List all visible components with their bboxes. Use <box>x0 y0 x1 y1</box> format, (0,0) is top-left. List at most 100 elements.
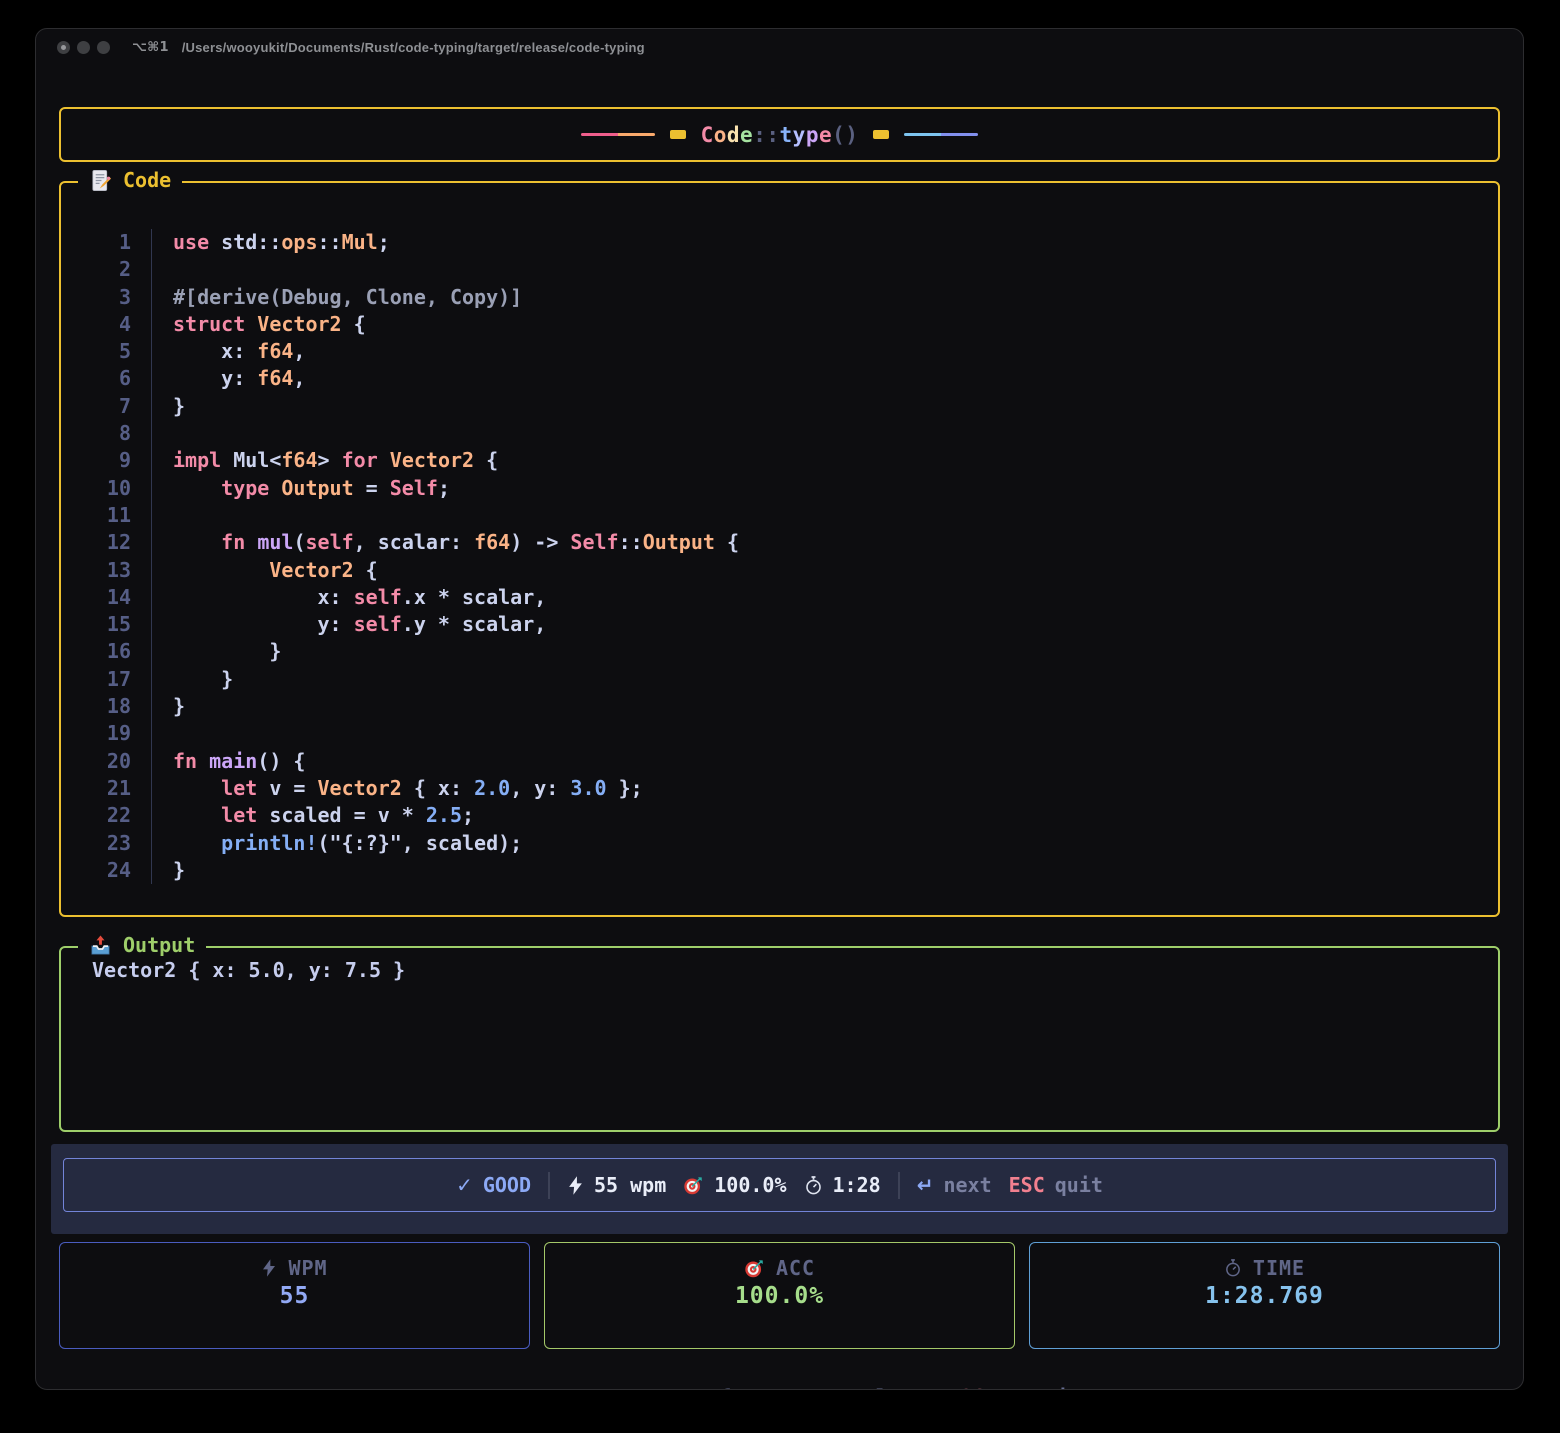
zoom-window-button[interactable] <box>97 41 110 54</box>
status-strip: ✓ GOOD 55 wpm <box>51 1144 1508 1234</box>
screen: ⌥⌘1 /Users/wooyukit/Documents/Rust/code-… <box>0 0 1560 1433</box>
bolt-icon <box>261 1258 277 1278</box>
line-number: 11 <box>61 502 131 529</box>
output-panel: Output Vector2 { x: 5.0, y: 7.5 } <box>59 946 1500 1132</box>
app-title-segment: o <box>714 123 727 147</box>
footer-press-text: Press <box>575 1385 647 1390</box>
time-stat-label: TIME <box>1224 1256 1305 1280</box>
code-line: fn mul(self, scalar: f64) -> Self::Outpu… <box>173 529 739 556</box>
status-quit-label: quit <box>1055 1173 1103 1197</box>
stopwatch-icon <box>1224 1258 1242 1278</box>
stats-row: WPM 55 ACC <box>59 1242 1500 1349</box>
line-number: 7 <box>61 393 131 420</box>
app-title-segment: e <box>819 123 832 147</box>
program-output: Vector2 { x: 5.0, y: 7.5 } <box>61 948 1498 982</box>
code-line <box>173 502 739 529</box>
time-stat-value: 1:28.769 <box>1205 1283 1324 1309</box>
code-lines: use std::ops::Mul; #[derive(Debug, Clone… <box>173 229 739 884</box>
status-quit-hint: ESC quit <box>1009 1173 1103 1197</box>
gutter-divider <box>151 229 152 884</box>
status-next-hint: ↵ next <box>917 1173 992 1197</box>
return-icon: ↵ <box>917 1173 934 1197</box>
outbox-icon <box>89 934 112 957</box>
code-line <box>173 720 739 747</box>
header-dash-left-icon <box>670 130 686 139</box>
code-line: x: f64, <box>173 338 739 365</box>
line-number: 15 <box>61 611 131 638</box>
status-next-label: next <box>943 1173 991 1197</box>
status-result-label: GOOD <box>483 1173 531 1197</box>
line-number: 14 <box>61 584 131 611</box>
memo-icon <box>89 169 112 192</box>
app-title-segment: :: <box>753 123 779 147</box>
code-line: } <box>173 666 739 693</box>
code-line: x: self.x * scalar, <box>173 584 739 611</box>
line-number: 16 <box>61 638 131 665</box>
accuracy-stat-card: ACC 100.0% <box>544 1242 1015 1349</box>
code-panel: Code 12345678910111213141516171819202122… <box>59 181 1500 917</box>
tab-shortcut-label: ⌥⌘1 <box>132 40 169 55</box>
status-wpm-value: 55 wpm <box>594 1173 666 1197</box>
app-header: Code::type() <box>59 107 1500 162</box>
code-line: fn main() { <box>173 748 739 775</box>
status-result: ✓ GOOD <box>456 1173 531 1197</box>
line-number: 8 <box>61 420 131 447</box>
line-number: 3 <box>61 284 131 311</box>
line-number: 21 <box>61 775 131 802</box>
terminal-window: ⌥⌘1 /Users/wooyukit/Documents/Rust/code-… <box>35 28 1524 1390</box>
footer-esc-key: ESC <box>948 1385 984 1390</box>
code-line: type Output = Self; <box>173 475 739 502</box>
footer-enter-key: ENTER <box>647 1385 707 1390</box>
status-divider <box>548 1172 550 1199</box>
app-title-segment: e <box>740 123 753 147</box>
bolt-icon <box>567 1175 584 1196</box>
line-number: 5 <box>61 338 131 365</box>
line-number: 23 <box>61 830 131 857</box>
code-panel-title: Code <box>78 168 182 192</box>
close-window-button[interactable] <box>57 41 70 54</box>
line-number: 22 <box>61 802 131 829</box>
code-line: let scaled = v * 2.5; <box>173 802 739 829</box>
wpm-stat-label: WPM <box>261 1256 327 1280</box>
stopwatch-icon <box>804 1175 823 1196</box>
wpm-stat-value: 55 <box>280 1283 310 1309</box>
footer-end-text: to quit <box>984 1385 1080 1390</box>
code-line: y: f64, <box>173 365 739 392</box>
wpm-stat-card: WPM 55 <box>59 1242 530 1349</box>
titlebar: ⌥⌘1 /Users/wooyukit/Documents/Rust/code-… <box>36 29 1523 65</box>
code-line: } <box>173 857 739 884</box>
line-number: 18 <box>61 693 131 720</box>
code-line: println!("{:?}", scaled); <box>173 830 739 857</box>
close-dot-icon <box>61 45 66 50</box>
code-panel-title-label: Code <box>123 168 171 192</box>
header-dash-right-icon <box>873 130 889 139</box>
app-title-segment: () <box>832 123 858 147</box>
status-esc-key: ESC <box>1009 1173 1045 1197</box>
line-number: 19 <box>61 720 131 747</box>
app-title-segment: p <box>806 123 819 147</box>
line-number: 24 <box>61 857 131 884</box>
line-number: 6 <box>61 365 131 392</box>
code-line: impl Mul<f64> for Vector2 { <box>173 447 739 474</box>
app-title: Code::type() <box>701 123 859 147</box>
status-wpm: 55 wpm <box>567 1173 666 1197</box>
line-number: 17 <box>61 666 131 693</box>
code-line: y: self.y * scalar, <box>173 611 739 638</box>
code-line: use std::ops::Mul; <box>173 229 739 256</box>
line-number: 13 <box>61 557 131 584</box>
code-line <box>173 256 739 283</box>
line-number: 20 <box>61 748 131 775</box>
target-icon <box>744 1258 765 1279</box>
code-line: let v = Vector2 { x: 2.0, y: 3.0 }; <box>173 775 739 802</box>
terminal-content: Code::type() Code 123456789101112131415 <box>36 107 1523 1390</box>
check-icon: ✓ <box>456 1173 473 1197</box>
code-line: struct Vector2 { <box>173 311 739 338</box>
code-line: } <box>173 638 739 665</box>
line-number: 12 <box>61 529 131 556</box>
code-line: } <box>173 393 739 420</box>
traffic-lights <box>57 41 110 54</box>
status-time-value: 1:28 <box>833 1173 881 1197</box>
minimize-window-button[interactable] <box>77 41 90 54</box>
app-title-segment: d <box>727 123 740 147</box>
line-number: 1 <box>61 229 131 256</box>
